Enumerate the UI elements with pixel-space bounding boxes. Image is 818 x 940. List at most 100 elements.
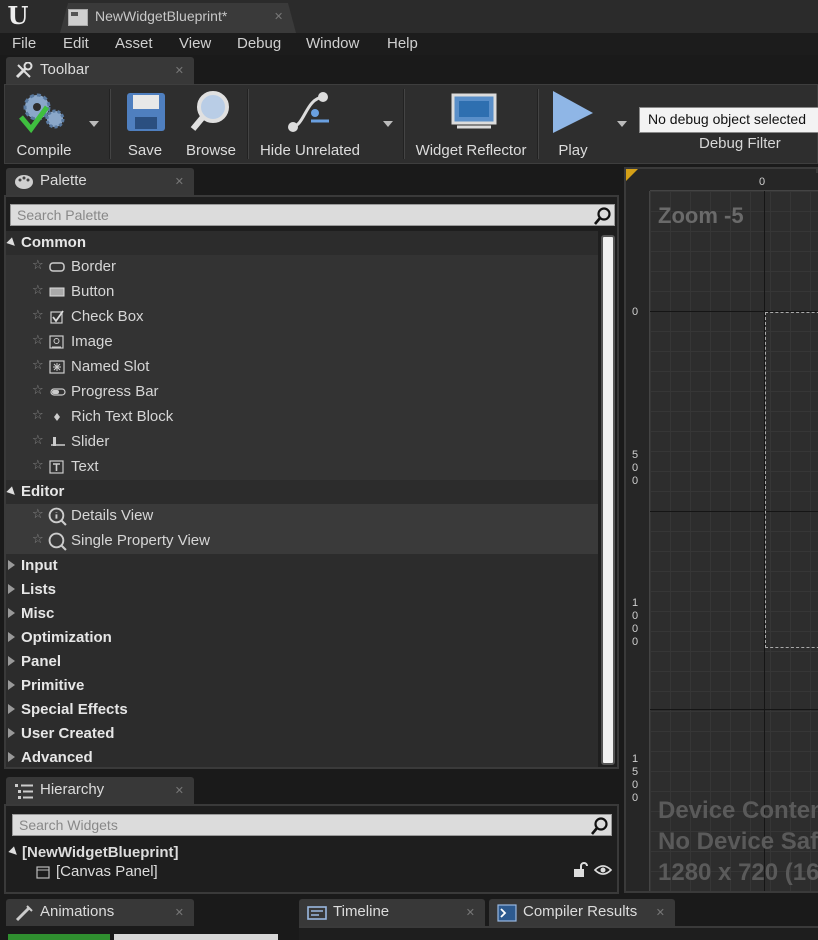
close-icon[interactable]: ✕	[656, 906, 665, 919]
palette-item-details-view[interactable]: ☆ Details View	[6, 504, 598, 529]
canvas-outline[interactable]	[765, 312, 818, 648]
palette-category-primitive[interactable]: Primitive	[6, 674, 598, 698]
palette-item-border[interactable]: ☆ Border	[6, 255, 598, 280]
category-label: Editor	[21, 483, 65, 500]
palette-category-misc[interactable]: Misc	[6, 602, 598, 626]
tab-compiler-results[interactable]: Compiler Results ✕	[489, 899, 675, 926]
tab-hierarchy[interactable]: Hierarchy ✕	[6, 777, 194, 804]
menu-file[interactable]: File	[12, 35, 36, 52]
device-content-label: Device Content	[658, 797, 818, 824]
menu-asset[interactable]: Asset	[115, 35, 153, 52]
search-icon[interactable]	[594, 207, 612, 225]
palette-item-label: Named Slot	[71, 358, 150, 375]
timeline-tab-label: Timeline	[333, 903, 390, 920]
close-icon[interactable]: ✕	[175, 784, 184, 797]
star-icon[interactable]: ☆	[32, 532, 44, 547]
close-icon[interactable]: ✕	[466, 906, 475, 919]
animation-search-input[interactable]	[114, 934, 278, 940]
menu-debug[interactable]: Debug	[237, 35, 281, 52]
palette-category-advanced[interactable]: Advanced	[6, 746, 598, 767]
tab-palette[interactable]: Palette ✕	[6, 168, 194, 195]
close-icon[interactable]: ✕	[175, 175, 184, 188]
palette-icon	[15, 175, 33, 189]
palette-category-input[interactable]: Input	[6, 554, 598, 578]
tab-toolbar[interactable]: Toolbar ✕	[6, 57, 194, 84]
tab-timeline[interactable]: Timeline ✕	[299, 899, 485, 926]
device-safe-zone-label: No Device Safe	[658, 828, 818, 855]
star-icon[interactable]: ☆	[32, 433, 44, 448]
palette-item-text[interactable]: ☆ Text	[6, 455, 598, 480]
palette-category-user-created[interactable]: User Created	[6, 722, 598, 746]
collapsed-triangle-icon	[8, 752, 15, 762]
eye-icon[interactable]	[594, 864, 612, 876]
debug-object-select[interactable]: No debug object selected	[639, 107, 818, 133]
star-icon[interactable]: ☆	[32, 258, 44, 273]
document-tab[interactable]: NewWidgetBlueprint* ✕	[60, 3, 296, 33]
palette-item-label: Image	[71, 333, 113, 350]
star-icon[interactable]: ☆	[32, 283, 44, 298]
collapsed-triangle-icon	[8, 584, 15, 594]
menu-help[interactable]: Help	[387, 35, 418, 52]
palette-item-button[interactable]: ☆ Button	[6, 280, 598, 305]
named-slot-icon	[49, 360, 65, 374]
palette-category-optimization[interactable]: Optimization	[6, 626, 598, 650]
palette-item-image[interactable]: ☆ Image	[6, 330, 598, 355]
close-icon[interactable]: ✕	[175, 64, 184, 77]
palette-item-single-property-view[interactable]: ☆ Single Property View	[6, 529, 598, 554]
widget-reflector-button[interactable]: Widget Reflector	[411, 85, 531, 163]
save-label: Save	[127, 142, 163, 159]
rich-text-icon	[54, 413, 60, 421]
play-button[interactable]: Play	[543, 85, 603, 163]
star-icon[interactable]: ☆	[32, 408, 44, 423]
collapsed-triangle-icon	[8, 680, 15, 690]
lock-icon[interactable]	[572, 862, 588, 878]
star-icon[interactable]: ☆	[32, 308, 44, 323]
menu-window[interactable]: Window	[306, 35, 359, 52]
designer-viewport[interactable]: 0 0 5 0 0 1 0 0 0 1 5 0 0 Zoom -5 Device…	[624, 167, 818, 893]
star-icon[interactable]: ☆	[32, 507, 44, 522]
palette-category-common[interactable]: Common	[6, 231, 598, 255]
palette-item-progress-bar[interactable]: ☆ Progress Bar	[6, 380, 598, 405]
designer-grid[interactable]: Zoom -5 Device Content No Device Safe 12…	[650, 191, 818, 891]
hide-unrelated-label: Hide Unrelated	[259, 142, 361, 159]
close-icon[interactable]: ✕	[175, 906, 184, 919]
search-icon[interactable]	[591, 817, 609, 835]
menu-view[interactable]: View	[179, 35, 211, 52]
star-icon[interactable]: ☆	[32, 358, 44, 373]
hide-unrelated-button[interactable]: Hide Unrelated	[255, 85, 365, 163]
debug-filter-label: Debug Filter	[699, 135, 781, 152]
palette-category-special-effects[interactable]: Special Effects	[6, 698, 598, 722]
palette-item-named-slot[interactable]: ☆ Named Slot	[6, 355, 598, 380]
ruler-number: 0	[759, 176, 766, 188]
star-icon[interactable]: ☆	[32, 383, 44, 398]
play-icon	[553, 91, 593, 133]
tab-animations[interactable]: Animations ✕	[6, 899, 194, 926]
play-options-chevron-down-icon[interactable]	[617, 121, 627, 127]
collapsed-triangle-icon	[8, 656, 15, 666]
palette-item-slider[interactable]: ☆ Slider	[6, 430, 598, 455]
star-icon[interactable]: ☆	[32, 458, 44, 473]
palette-category-panel[interactable]: Panel	[6, 650, 598, 674]
unreal-logo-icon: U	[7, 1, 29, 30]
palette-item-rich-text-block[interactable]: ☆ Rich Text Block	[6, 405, 598, 430]
hierarchy-root-item[interactable]: [NewWidgetBlueprint]	[22, 844, 179, 861]
compile-button[interactable]: Compile	[7, 85, 81, 163]
expanded-triangle-icon[interactable]	[8, 846, 20, 858]
browse-button[interactable]: Browse	[177, 85, 245, 163]
palette-item-check-box[interactable]: ☆ Check Box	[6, 305, 598, 330]
widget-blueprint-icon	[68, 9, 88, 26]
menu-edit[interactable]: Edit	[63, 35, 89, 52]
palette-scrollbar[interactable]	[601, 235, 615, 765]
star-icon[interactable]: ☆	[32, 333, 44, 348]
hierarchy-search-input[interactable]: Search Widgets	[12, 814, 612, 836]
category-label: User Created	[21, 725, 115, 742]
palette-search-input[interactable]: Search Palette	[10, 204, 615, 226]
close-icon[interactable]: ✕	[274, 10, 283, 23]
add-animation-button[interactable]	[8, 934, 110, 940]
hide-unrelated-chevron-down-icon[interactable]	[383, 121, 393, 127]
save-button[interactable]: Save	[117, 85, 173, 163]
palette-category-lists[interactable]: Lists	[6, 578, 598, 602]
compile-options-chevron-down-icon[interactable]	[89, 121, 99, 127]
palette-category-editor[interactable]: Editor	[6, 480, 598, 504]
hierarchy-child-item[interactable]: [Canvas Panel]	[56, 863, 158, 880]
